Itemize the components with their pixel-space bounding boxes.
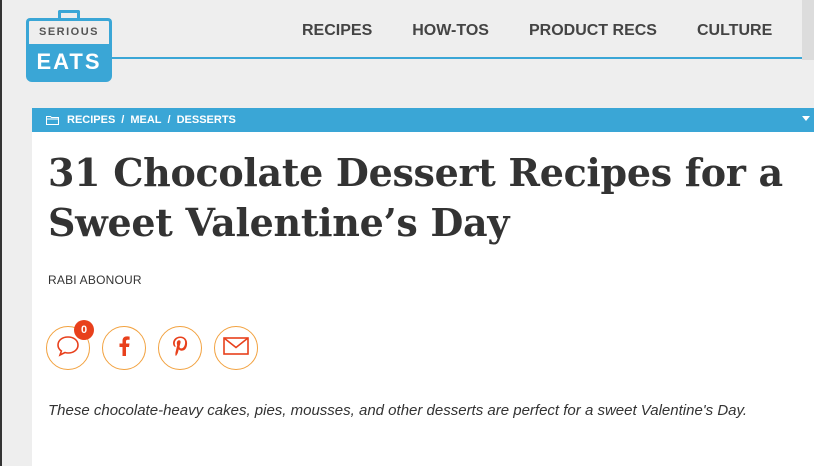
email-share-button[interactable]: [214, 326, 258, 370]
breadcrumb-recipes[interactable]: RECIPES: [67, 114, 115, 126]
logo-bottom-text: EATS: [26, 44, 112, 82]
logo-top-text: SERIOUS: [26, 18, 112, 44]
author-byline[interactable]: RABI ABONOUR: [48, 273, 142, 287]
page-title: 31 Chocolate Dessert Recipes for a Sweet…: [48, 150, 783, 245]
chevron-down-icon[interactable]: [802, 116, 810, 121]
logo-handle: [58, 10, 80, 18]
site-header: SERIOUS EATS RECIPES HOW-TOS PRODUCT REC…: [2, 0, 814, 96]
email-icon: [223, 336, 249, 360]
nav-product-recs[interactable]: PRODUCT RECS: [509, 20, 677, 42]
comments-button[interactable]: 0: [46, 320, 94, 370]
nav-culture[interactable]: CULTURE: [677, 20, 792, 42]
comment-icon: [56, 335, 80, 362]
comment-count-badge: 0: [74, 320, 94, 340]
serious-eats-logo[interactable]: SERIOUS EATS: [26, 10, 112, 82]
breadcrumb-desserts[interactable]: DESSERTS: [177, 114, 236, 126]
facebook-share-button[interactable]: [102, 326, 146, 370]
breadcrumb-meal[interactable]: MEAL: [130, 114, 161, 126]
share-bar: 0: [46, 320, 258, 370]
article-container: RECIPES / MEAL / DESSERTS 31 Chocolate D…: [32, 108, 814, 466]
breadcrumb-separator: /: [121, 114, 125, 126]
folder-icon: [46, 115, 59, 125]
nav-overflow-edge: [802, 0, 814, 60]
header-divider: [110, 57, 814, 59]
breadcrumb-separator: /: [167, 114, 171, 126]
main-nav: RECIPES HOW-TOS PRODUCT RECS CULTURE: [282, 20, 792, 42]
pinterest-icon: [172, 336, 188, 361]
facebook-icon: [118, 335, 130, 361]
article-dek: These chocolate-heavy cakes, pies, mouss…: [48, 402, 748, 419]
nav-how-tos[interactable]: HOW-TOS: [392, 20, 509, 42]
breadcrumb: RECIPES / MEAL / DESSERTS: [32, 108, 814, 132]
nav-recipes[interactable]: RECIPES: [282, 20, 392, 42]
pinterest-share-button[interactable]: [158, 326, 202, 370]
